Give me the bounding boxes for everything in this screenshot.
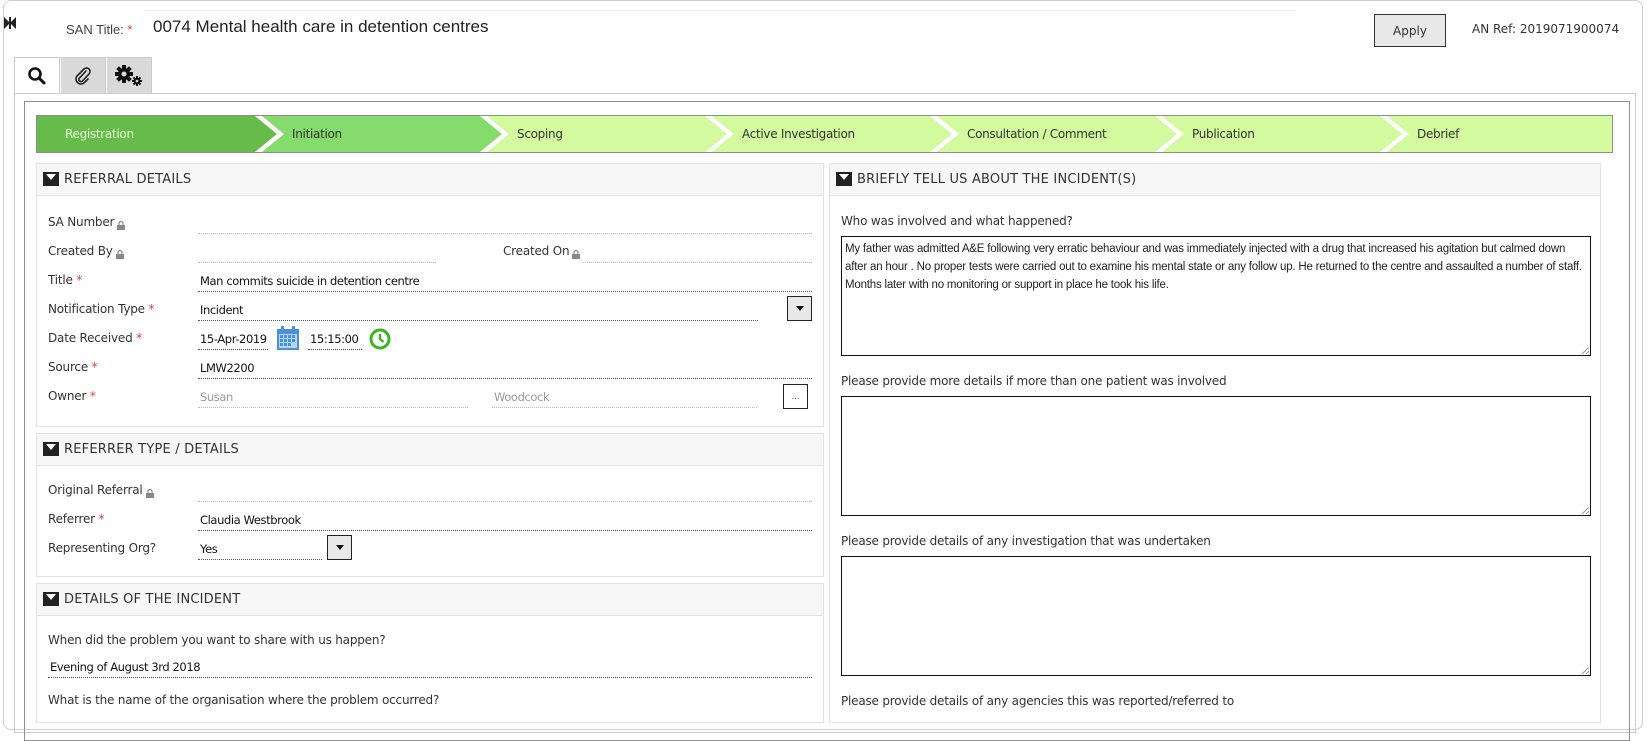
section-title: REFERRAL DETAILS <box>64 172 192 187</box>
tab-bar <box>14 57 152 94</box>
step-label[interactable]: Debrief <box>1417 116 1459 152</box>
collapse-icon[interactable] <box>836 171 852 188</box>
incident-details-header[interactable]: DETAILS OF THE INCIDENT <box>37 584 823 616</box>
collapse-icon[interactable] <box>43 441 59 458</box>
referrer-row: Referrer * Claudia Westbrook <box>37 505 823 533</box>
source-field[interactable]: LMW2200 <box>198 355 812 379</box>
san-title-label: SAN Title: * <box>66 22 133 37</box>
owner-lookup-button[interactable]: ... <box>783 384 808 409</box>
title-row: Title * Man commits suicide in detention… <box>37 266 823 294</box>
paperclip-icon <box>75 66 91 85</box>
who-involved-textarea[interactable]: My father was admitted A&E following ver… <box>841 236 1591 356</box>
referrer-header[interactable]: REFERRER TYPE / DETAILS <box>37 434 823 466</box>
step-label[interactable]: Active Investigation <box>742 116 855 152</box>
incident-details-panel: DETAILS OF THE INCIDENT When did the pro… <box>36 583 824 723</box>
referral-details-panel: REFERRAL DETAILS SA Number Created By Cr… <box>36 163 824 427</box>
incident-when-question: When did the problem you want to share w… <box>48 633 386 647</box>
tab-attachments[interactable] <box>60 57 106 93</box>
referrer-field[interactable]: Claudia Westbrook <box>198 507 812 531</box>
representing-org-dropdown-button[interactable] <box>327 535 352 560</box>
date-received-label: Date Received * <box>48 331 142 345</box>
original-referral-row: Original Referral <box>37 476 823 504</box>
owner-label: Owner * <box>48 389 96 403</box>
lock-icon <box>117 221 126 230</box>
title-field[interactable]: Man commits suicide in detention centre <box>198 268 812 292</box>
sa-number-label: SA Number <box>48 215 126 230</box>
owner-first-name: Susan <box>198 384 468 408</box>
lock-icon <box>572 250 581 259</box>
sa-number-row: SA Number <box>37 208 823 236</box>
investigation-question: Please provide details of any investigat… <box>841 534 1211 548</box>
referrer-panel: REFERRER TYPE / DETAILS Original Referra… <box>36 433 824 577</box>
representing-org-select[interactable]: Yes <box>198 536 322 560</box>
who-involved-question: Who was involved and what happened? <box>841 214 1073 228</box>
resize-grip-icon[interactable] <box>1581 346 1589 354</box>
who-involved-text: My father was admitted A&E following ver… <box>845 243 1582 291</box>
referral-details-header[interactable]: REFERRAL DETAILS <box>37 164 823 196</box>
created-by-field <box>198 239 436 263</box>
owner-last-name: Woodcock <box>492 384 757 408</box>
referrer-label: Referrer * <box>48 512 105 526</box>
collapse-icon[interactable] <box>43 591 59 608</box>
collapse-icon[interactable] <box>43 171 59 188</box>
representing-org-row: Representing Org? Yes <box>37 534 823 562</box>
time-received-field[interactable]: 15:15:00 <box>308 326 362 350</box>
notification-type-row: Notification Type * Incident <box>37 295 823 323</box>
section-title: BRIEFLY TELL US ABOUT THE INCIDENT(S) <box>857 172 1137 187</box>
calendar-icon[interactable] <box>277 326 299 350</box>
tab-settings[interactable] <box>106 57 152 93</box>
resize-grip-icon[interactable] <box>1581 666 1589 674</box>
investigation-textarea[interactable] <box>841 556 1591 676</box>
incident-organisation-question: What is the name of the organisation whe… <box>48 693 440 707</box>
clock-icon[interactable] <box>369 328 391 350</box>
original-referral-field <box>198 478 812 502</box>
step-label[interactable]: Registration <box>65 116 134 152</box>
search-icon <box>28 67 46 85</box>
sa-number-field <box>198 210 812 234</box>
notification-type-label: Notification Type * <box>48 302 155 316</box>
incident-when-field[interactable]: Evening of August 3rd 2018 <box>48 654 812 678</box>
incident-story-header[interactable]: BRIEFLY TELL US ABOUT THE INCIDENT(S) <box>830 164 1600 196</box>
caret-down-icon <box>795 306 804 311</box>
section-title: DETAILS OF THE INCIDENT <box>64 592 241 607</box>
date-received-row: Date Received * 15-Apr-2019 15:15:00 <box>37 324 823 352</box>
created-on-field <box>583 239 812 263</box>
source-row: Source * LMW2200 <box>37 353 823 381</box>
resize-grip-icon[interactable] <box>1581 506 1589 514</box>
agencies-question: Please provide details of any agencies t… <box>841 694 1234 708</box>
apply-button[interactable]: Apply <box>1374 14 1446 47</box>
step-label[interactable]: Initiation <box>292 116 342 152</box>
multiple-patients-question: Please provide more details if more than… <box>841 374 1227 388</box>
incident-story-panel: BRIEFLY TELL US ABOUT THE INCIDENT(S) Wh… <box>829 163 1601 723</box>
caret-down-icon <box>335 545 344 550</box>
created-row: Created By Created On <box>37 237 823 265</box>
created-on-label: Created On <box>503 244 581 259</box>
step-label[interactable]: Consultation / Comment <box>967 116 1107 152</box>
notification-type-select[interactable]: Incident <box>198 297 758 321</box>
date-received-field[interactable]: 15-Apr-2019 <box>198 326 268 350</box>
san-title-input[interactable]: 0074 Mental health care in detention cen… <box>145 10 1295 40</box>
workflow-stepper: Registration Initiation Scoping Active Inve… <box>36 115 1613 153</box>
representing-org-label: Representing Org? <box>48 541 156 555</box>
owner-row: Owner * Susan Woodcock ... <box>37 382 823 410</box>
source-label: Source * <box>48 360 98 374</box>
notification-type-dropdown-button[interactable] <box>787 296 812 321</box>
section-title: REFERRER TYPE / DETAILS <box>64 442 239 457</box>
expand-sidebar-icon[interactable] <box>4 17 16 29</box>
an-ref: AN Ref: 2019071900074 <box>1472 22 1620 36</box>
lock-icon <box>145 489 154 498</box>
original-referral-label: Original Referral <box>48 483 154 498</box>
gears-icon <box>115 64 142 86</box>
multiple-patients-textarea[interactable] <box>841 396 1591 516</box>
title-label: Title * <box>48 273 83 287</box>
step-label[interactable]: Publication <box>1192 116 1255 152</box>
tab-search[interactable] <box>14 57 60 94</box>
step-label[interactable]: Scoping <box>517 116 563 152</box>
lock-icon <box>115 250 124 259</box>
created-by-label: Created By <box>48 244 124 259</box>
